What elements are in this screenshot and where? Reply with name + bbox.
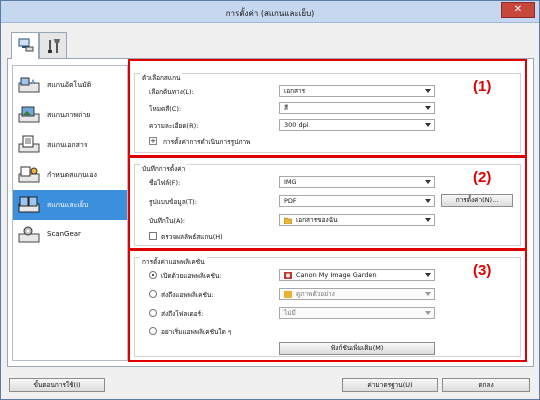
chevron-down-icon (425, 123, 431, 127)
close-icon: ✕ (513, 4, 523, 15)
sidebar-item-label: ScanGear (47, 230, 81, 238)
check-results-label: ตรวจผลลัพธ์สแกน(H) (161, 233, 223, 241)
color-mode-dropdown[interactable]: สี (279, 102, 435, 114)
tab-scan-from-computer[interactable] (11, 32, 39, 59)
open-with-radio[interactable] (149, 271, 157, 279)
color-mode-label: โหมดสี(C): (149, 105, 182, 113)
sidebar-item-document-scan[interactable]: สแกนเอกสาร (13, 130, 127, 160)
custom-scan-icon (18, 166, 40, 183)
open-with-dropdown[interactable]: Canon My Image Garden (279, 269, 435, 281)
preview-icon (284, 291, 292, 298)
file-name-value: IMG (284, 178, 297, 186)
title-bar: การตั้งค่า (สแกนและเย็บ) ✕ (1, 1, 539, 23)
select-source-label: เลือกต้นทาง(L): (149, 88, 194, 96)
format-settings-button[interactable]: การตั้งค่า(N)... (441, 194, 513, 207)
sidebar-item-label: สแกนและเย็บ (47, 201, 89, 209)
image-processing-label: การตั้งค่าการดำเนินการรูปภาพ (163, 138, 251, 146)
save-in-dropdown[interactable]: เอกสารของฉัน (279, 214, 435, 226)
sidebar-item-custom-scan[interactable]: กำหนดสแกนเอง (13, 160, 127, 190)
window-title: การตั้งค่า (สแกนและเย็บ) (225, 9, 315, 18)
ok-button[interactable]: ตกลง (442, 378, 530, 392)
send-to-folder-label: ส่งถึงโฟลเดอร์: (161, 310, 204, 318)
no-app-label: อย่าเริ่มแอพพลิเคชันใด ๆ (161, 328, 232, 336)
open-with-value: Canon My Image Garden (296, 271, 377, 279)
send-to-app-value: ดูภาพตัวอย่าง (296, 290, 335, 298)
application-settings-section: การตั้งค่าแอพพลิเคชัน เปิดด้วยแอพพลิเคชั… (128, 249, 527, 362)
save-settings-section: บันทึกการตั้งค่า ชื่อไฟล์(F): IMG รูปแบบ… (128, 156, 527, 250)
send-to-app-radio[interactable] (149, 290, 157, 298)
resolution-dropdown[interactable]: 300 dpi (279, 119, 435, 131)
file-name-label: ชื่อไฟล์(F): (149, 179, 181, 187)
sidebar-item-scan-stitch[interactable]: สแกนและเย็บ (13, 190, 127, 220)
chevron-down-icon (425, 292, 431, 296)
chevron-down-icon (425, 311, 431, 315)
scan-type-sidebar: A สแกนอัตโนมัติ สแกนภาพถ่าย สแกนเอกสาร ก… (12, 65, 128, 361)
scan-options-group: ตัวเลือกสแกน เลือกต้นทาง(L): เอกสาร โหมด… (134, 73, 521, 153)
send-to-folder-dropdown[interactable]: ไม่มี (279, 307, 435, 319)
data-format-dropdown[interactable]: PDF (279, 195, 435, 207)
scangear-icon (18, 226, 40, 243)
color-mode-value: สี (284, 104, 288, 112)
folder-icon (284, 217, 292, 224)
marker-3: (3) (473, 262, 492, 279)
sidebar-item-scangear[interactable]: ScanGear (13, 220, 127, 250)
chevron-down-icon (425, 199, 431, 203)
defaults-button[interactable]: ค่ามาตรฐาน(U) (342, 378, 438, 392)
send-to-folder-radio[interactable] (149, 309, 157, 317)
chevron-down-icon (425, 89, 431, 93)
instructions-button[interactable]: ขั้นตอนการใช้(I) (9, 378, 105, 392)
tab-general-settings[interactable] (39, 32, 67, 58)
document-scan-icon (18, 135, 40, 153)
sidebar-item-label: สแกนภาพถ่าย (47, 111, 91, 119)
settings-panel: A สแกนอัตโนมัติ สแกนภาพถ่าย สแกนเอกสาร ก… (7, 58, 534, 367)
photo-scan-icon (18, 106, 40, 123)
image-garden-icon (284, 272, 292, 279)
chevron-down-icon (425, 218, 431, 222)
chevron-down-icon (425, 273, 431, 277)
close-button[interactable]: ✕ (501, 2, 535, 18)
chevron-down-icon (425, 106, 431, 110)
settings-window: การตั้งค่า (สแกนและเย็บ) ✕ A สแกนอัตโนมั… (0, 0, 540, 400)
save-in-value: เอกสารของฉัน (296, 216, 338, 224)
more-functions-button[interactable]: ฟังก์ชันเพิ่มเติม(M) (279, 342, 435, 355)
check-results-checkbox[interactable] (149, 232, 157, 240)
computer-scanner-icon (18, 38, 34, 52)
scan-stitch-icon (18, 196, 40, 213)
sidebar-item-photo-scan[interactable]: สแกนภาพถ่าย (13, 100, 127, 130)
image-processing-expander[interactable]: + (149, 137, 157, 145)
resolution-value: 300 dpi (284, 121, 309, 129)
save-settings-title: บันทึกการตั้งค่า (140, 164, 188, 174)
save-settings-group: บันทึกการตั้งค่า ชื่อไฟล์(F): IMG รูปแบบ… (134, 164, 521, 246)
application-settings-group: การตั้งค่าแอพพลิเคชัน เปิดด้วยแอพพลิเคชั… (134, 257, 521, 357)
resolution-label: ความละเอียด(R): (149, 122, 199, 130)
data-format-value: PDF (284, 197, 297, 205)
marker-2: (2) (473, 169, 492, 186)
application-settings-title: การตั้งค่าแอพพลิเคชัน (140, 257, 207, 267)
save-in-label: บันทึกใน(A): (149, 217, 186, 225)
scan-options-section: ตัวเลือกสแกน เลือกต้นทาง(L): เอกสาร โหมด… (128, 59, 527, 157)
send-to-folder-value: ไม่มี (284, 309, 296, 317)
file-name-dropdown[interactable]: IMG (279, 176, 435, 188)
sidebar-item-auto-scan[interactable]: A สแกนอัตโนมัติ (13, 70, 127, 100)
open-with-label: เปิดด้วยแอพพลิเคชัน: (161, 272, 222, 280)
marker-1: (1) (473, 78, 492, 95)
no-app-radio[interactable] (149, 327, 157, 335)
chevron-down-icon (425, 180, 431, 184)
tools-icon (48, 39, 60, 53)
sidebar-item-label: สแกนเอกสาร (47, 141, 88, 149)
auto-scan-icon: A (18, 77, 40, 93)
scan-options-title: ตัวเลือกสแกน (140, 73, 183, 83)
select-source-dropdown[interactable]: เอกสาร (279, 85, 435, 97)
select-source-value: เอกสาร (284, 87, 306, 95)
data-format-label: รูปแบบข้อมูล(T): (149, 198, 197, 206)
send-to-app-dropdown[interactable]: ดูภาพตัวอย่าง (279, 288, 435, 300)
sidebar-item-label: สแกนอัตโนมัติ (47, 81, 92, 89)
send-to-app-label: ส่งถึงแอพพลิเคชัน: (161, 291, 214, 299)
sidebar-item-label: กำหนดสแกนเอง (47, 171, 97, 179)
